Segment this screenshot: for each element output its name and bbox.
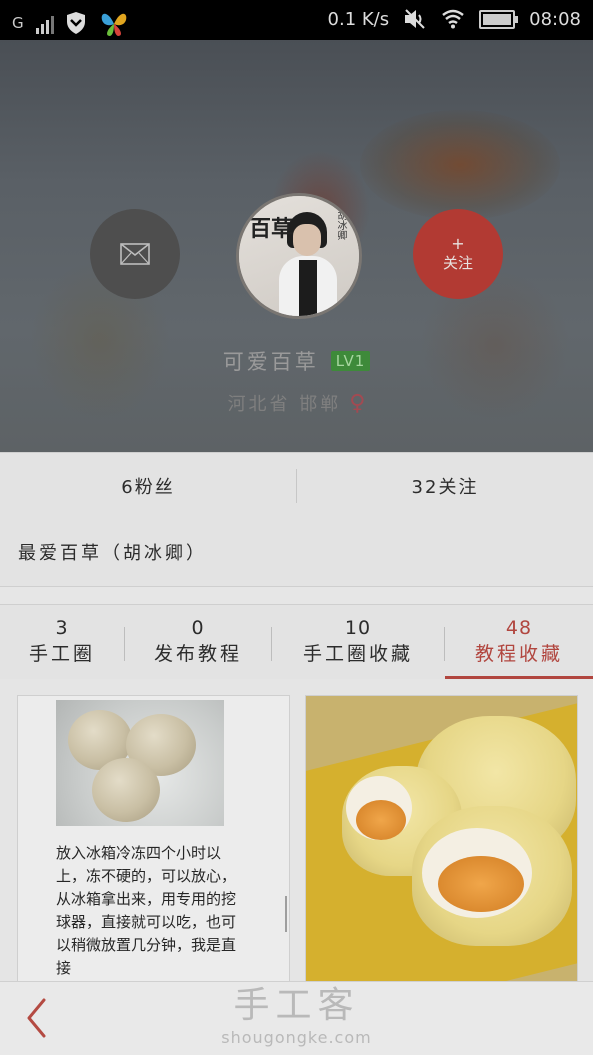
signature-row: 最爱百草（胡冰卿） [0,519,593,587]
ice-cream-image [56,700,224,826]
location-row: 河北省 邯郸 ♀ [0,390,593,416]
mango-crepe-image [306,696,577,981]
battery-icon [479,9,519,29]
avatar-caption: 胡冰卿 [335,210,346,240]
signature-text: 最爱百草（胡冰卿） [18,543,207,564]
tab-label: 发布教程 [153,643,242,665]
tab-count: 0 [191,617,205,639]
network-type: G [12,14,24,32]
location: 河北省 邯郸 [227,394,342,415]
watermark-logo: 手工客 [233,985,360,1026]
female-icon: ♀ [349,390,366,416]
fans-count[interactable]: 6粉丝 [0,453,296,519]
stats-bar: 6粉丝 32关注 [0,452,593,520]
butterfly-app-icon [101,13,126,36]
tab-count: 48 [505,617,533,639]
content-tabs: 3 手工圈 0 发布教程 10 手工圈收藏 48 教程收藏 [0,604,593,680]
avatar[interactable]: 百草 胡冰卿 [236,193,362,319]
signal-icon [35,12,54,34]
tab-count: 10 [344,617,372,639]
avatar-title: 百草 [249,217,294,242]
favorites-grid: 放入冰箱冷冻四个小时以上，冻不硬的，可以放心，从冰箱拿出来，用专用的挖球器，直接… [0,679,593,981]
name-row: 可爱百草 LV1 [0,346,593,376]
watermark-url: shougongke.com [221,1028,372,1047]
tab-count: 3 [55,617,69,639]
tutorial-card[interactable]: 放入冰箱冷冻四个小时以上，冻不硬的，可以放心，从冰箱拿出来，用专用的挖球器，直接… [17,695,290,981]
envelope-icon [120,243,150,265]
wifi-icon [442,9,464,29]
tab-handcraft-circle[interactable]: 3 手工圈 [0,605,124,679]
tab-published-tutorials[interactable]: 0 发布教程 [125,605,271,679]
follow-label: 关注 [442,253,473,272]
message-button[interactable] [90,209,180,299]
plus-icon: + [451,233,465,253]
level-badge: LV1 [330,351,371,371]
follow-button[interactable]: + 关注 [413,209,503,299]
mute-icon [405,9,425,29]
following-count[interactable]: 32关注 [297,453,593,519]
tab-label: 教程收藏 [474,643,563,665]
profile-header: 百草 胡冰卿 + 关注 可爱百草 LV1 河北省 邯郸 ♀ [0,40,593,452]
tab-label: 手工圈 [28,643,95,665]
username: 可爱百草 [222,350,319,374]
shield-icon [66,12,85,34]
scrollbar[interactable] [285,896,287,932]
watermark: 手工客 shougongke.com [0,985,593,1048]
tab-tutorial-favorites[interactable]: 48 教程收藏 [445,605,593,679]
net-speed: 0.1 K/s [327,8,390,30]
tab-circle-favorites[interactable]: 10 手工圈收藏 [272,605,444,679]
clock: 08:08 [529,8,581,30]
status-bar: G 0.1 K/s 08:08 [0,0,593,40]
tutorial-card[interactable] [305,695,578,981]
tab-label: 手工圈收藏 [302,643,413,665]
card-description: 放入冰箱冷冻四个小时以上，冻不硬的，可以放心，从冰箱拿出来，用专用的挖球器，直接… [56,844,237,977]
